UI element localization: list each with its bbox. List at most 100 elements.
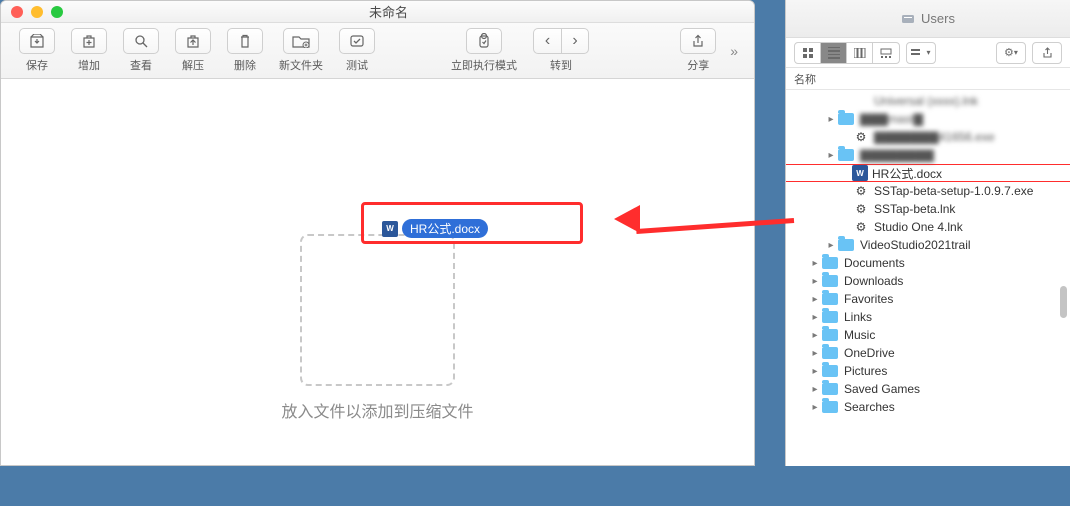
tree-row-label: Pictures [844, 364, 887, 378]
tree-row[interactable]: ▸ Pictures [786, 362, 1070, 380]
tree-row[interactable]: ▸ OneDrive [786, 344, 1070, 362]
dragged-file-label: HR公式.docx [402, 219, 488, 238]
drop-hint-text: 放入文件以添加到压缩文件 [0, 398, 755, 422]
tree-row[interactable]: ⚙ SSTap-beta-setup-1.0.9.7.exe [786, 182, 1070, 200]
tree-row[interactable]: ⚙ SSTap-beta.lnk [786, 200, 1070, 218]
view-mode-segment[interactable] [794, 42, 900, 64]
tree-row[interactable]: Universal (xxxx).lnk [786, 92, 1070, 110]
tree-row-label: HR公式.docx [872, 165, 942, 182]
tree-row[interactable]: ▸ Links [786, 308, 1070, 326]
tree-row-label: Links [844, 310, 872, 324]
folder-icon [838, 239, 854, 251]
finder-window: Users ▾ ⚙ ▾ 名称 Universal (xxxx).lnk ▸ ▇▇▇m… [785, 0, 1070, 466]
save-button[interactable]: 保存 [11, 26, 63, 75]
overflow-chevrons-icon[interactable]: » [724, 43, 744, 59]
tree-row-label: Saved Games [844, 382, 920, 396]
run-mode-button[interactable]: 立即执行模式 [443, 26, 525, 75]
disclosure-triangle-icon[interactable]: ▸ [826, 150, 836, 161]
disclosure-triangle-icon[interactable]: ▸ [810, 348, 820, 359]
tree-row[interactable]: WHR公式.docx [786, 164, 1070, 182]
tree-row-label: SSTap-beta.lnk [874, 202, 955, 216]
tree-row-label: Studio One 4.lnk [874, 220, 963, 234]
tree-row-label: Universal (xxxx).lnk [874, 94, 978, 108]
add-button[interactable]: 增加 [63, 26, 115, 75]
disclosure-triangle-icon[interactable]: ▸ [810, 276, 820, 287]
folder-icon [822, 401, 838, 413]
minimize-icon[interactable] [31, 6, 43, 18]
tree-row-label: OneDrive [844, 346, 895, 360]
window-title: 未命名 [63, 2, 754, 21]
share-button-finder[interactable] [1032, 42, 1062, 64]
folder-icon [838, 113, 854, 125]
tree-row-label: Music [844, 328, 875, 342]
tree-row[interactable]: ▸ Music [786, 326, 1070, 344]
column-view-button[interactable] [847, 43, 873, 63]
disclosure-triangle-icon[interactable]: ▸ [810, 294, 820, 305]
scrollbar-thumb[interactable] [1060, 286, 1067, 318]
tree-row-label: ▇▇▇▇▇▇▇▇ [860, 148, 934, 162]
disclosure-triangle-icon[interactable]: ▸ [826, 240, 836, 251]
tree-row-label: VideoStudio2021trail [860, 238, 971, 252]
folder-icon [822, 365, 838, 377]
maximize-icon[interactable] [51, 6, 63, 18]
tree-row[interactable]: ▸ Searches [786, 398, 1070, 416]
disclosure-triangle-icon[interactable]: ▸ [826, 114, 836, 125]
list-view-button[interactable] [821, 43, 847, 63]
tree-row-label: SSTap-beta-setup-1.0.9.7.exe [874, 184, 1033, 198]
file-tree: Universal (xxxx).lnk ▸ ▇▇▇mast▇ ⚙▇▇▇▇▇▇▇416… [786, 90, 1070, 418]
tree-row-label: Favorites [844, 292, 893, 306]
finder-title: Users [921, 11, 955, 26]
disclosure-triangle-icon[interactable]: ▸ [810, 330, 820, 341]
folder-icon [822, 275, 838, 287]
tree-row[interactable]: ▸Documents [786, 254, 1070, 272]
tree-row[interactable]: ▸ ▇▇▇▇▇▇▇▇ [786, 146, 1070, 164]
tree-row[interactable]: ⚙▇▇▇▇▇▇▇41656.exe [786, 128, 1070, 146]
goto-button[interactable]: ‹›转到 [525, 26, 597, 75]
tree-row-label: ▇▇▇mast▇ [860, 112, 923, 126]
extract-button[interactable]: 解压 [167, 26, 219, 75]
word-icon: W [852, 165, 868, 181]
icon-view-button[interactable] [795, 43, 821, 63]
gallery-view-button[interactable] [873, 43, 899, 63]
gear-icon: ⚙ [854, 202, 868, 216]
toolbar: 保存 增加 查看 解压 删除 新文件夹 测试 立即执行模式 ‹›转到 分享 » [1, 23, 754, 79]
folder-icon [822, 293, 838, 305]
tree-row-label: Searches [844, 400, 895, 414]
tree-row[interactable]: ▸ VideoStudio2021trail [786, 236, 1070, 254]
close-icon[interactable] [11, 6, 23, 18]
gear-icon: ⚙ [854, 130, 868, 144]
drop-zone-outline [300, 234, 455, 386]
finder-titlebar[interactable]: Users [786, 0, 1070, 38]
file-icon [854, 94, 868, 108]
dragged-file[interactable]: W HR公式.docx [382, 219, 488, 238]
group-dropdown[interactable]: ▾ [906, 42, 936, 64]
disclosure-triangle-icon[interactable]: ▸ [810, 258, 820, 269]
new-folder-button[interactable]: 新文件夹 [271, 26, 331, 75]
tree-row[interactable]: ▸ Downloads [786, 272, 1070, 290]
share-button[interactable]: 分享 [672, 26, 724, 75]
disclosure-triangle-icon[interactable]: ▸ [810, 402, 820, 413]
folder-icon [822, 311, 838, 323]
titlebar[interactable]: 未命名 [1, 1, 754, 23]
disclosure-triangle-icon[interactable]: ▸ [810, 384, 820, 395]
delete-button[interactable]: 删除 [219, 26, 271, 75]
tree-row[interactable]: ⚙Studio One 4.lnk [786, 218, 1070, 236]
folder-icon [822, 383, 838, 395]
word-icon: W [382, 221, 398, 237]
folder-icon [822, 347, 838, 359]
view-button[interactable]: 查看 [115, 26, 167, 75]
disclosure-triangle-icon[interactable]: ▸ [810, 312, 820, 323]
tree-row[interactable]: ▸ ▇▇▇mast▇ [786, 110, 1070, 128]
folder-icon [822, 257, 838, 269]
tree-row[interactable]: ▸ Favorites [786, 290, 1070, 308]
test-button[interactable]: 测试 [331, 26, 383, 75]
action-dropdown[interactable]: ⚙ ▾ [996, 42, 1026, 64]
finder-toolbar: ▾ ⚙ ▾ [786, 38, 1070, 68]
tree-row[interactable]: ▸ Saved Games [786, 380, 1070, 398]
folder-icon [822, 329, 838, 341]
drive-icon [901, 13, 915, 25]
gear-icon: ⚙ [854, 184, 868, 198]
tree-row-label: Downloads [844, 274, 903, 288]
disclosure-triangle-icon[interactable]: ▸ [810, 366, 820, 377]
column-header-name[interactable]: 名称 [786, 68, 1070, 90]
